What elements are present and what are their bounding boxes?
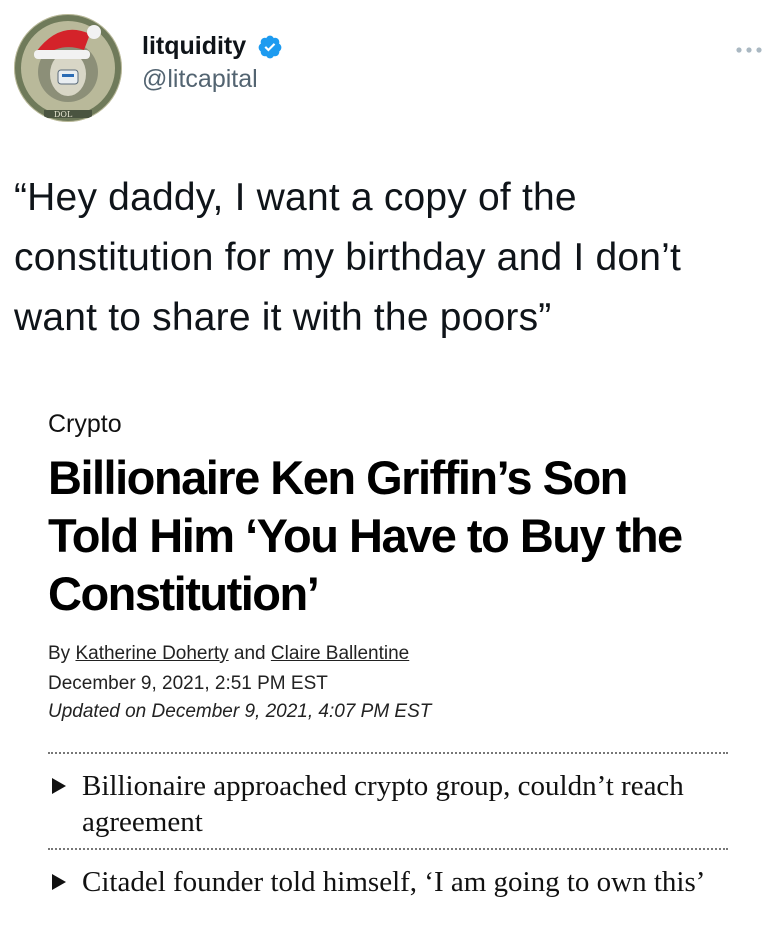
user-names: litquidity @litcapital	[142, 32, 283, 94]
byline-prefix: By	[48, 643, 71, 664]
tweet-header: DOL litquidity @litcapital	[14, 14, 774, 124]
display-name[interactable]: litquidity	[142, 32, 246, 61]
user-handle[interactable]: @litcapital	[142, 65, 283, 94]
more-options-icon[interactable]	[734, 44, 764, 56]
article-category: Crypto	[48, 410, 122, 438]
article-headline: Billionaire Ken Griffin’s Son Told Him ‘…	[48, 451, 683, 620]
byline-and: and	[233, 643, 266, 664]
bullet-item: Billionaire approached crypto group, cou…	[48, 754, 728, 848]
bullet-text: Billionaire approached crypto group, cou…	[82, 770, 684, 838]
bullet-item: Citadel founder told himself, ‘I am goin…	[48, 850, 728, 908]
author-link-1[interactable]: Katherine Doherty	[75, 643, 228, 664]
article-screenshot: Crypto Billionaire Ken Griffin’s Son Tol…	[48, 410, 728, 723]
article-updated-date: Updated on December 9, 2021, 4:07 PM EST	[48, 701, 432, 722]
svg-text:DOL: DOL	[54, 110, 73, 119]
article-byline: By Katherine Doherty and Claire Ballenti…	[48, 643, 728, 665]
dollar-bill-santa-icon: DOL	[14, 14, 122, 122]
avatar[interactable]: DOL	[14, 14, 122, 122]
article-bullets: Billionaire approached crypto group, cou…	[48, 752, 728, 908]
article-date: December 9, 2021, 2:51 PM EST	[48, 673, 328, 694]
author-link-2[interactable]: Claire Ballentine	[271, 643, 409, 664]
play-triangle-icon	[52, 778, 66, 794]
tweet-text: “Hey daddy, I want a copy of the constit…	[14, 176, 682, 339]
bullet-text: Citadel founder told himself, ‘I am goin…	[82, 866, 706, 898]
verified-badge-icon	[258, 35, 281, 58]
play-triangle-icon	[52, 874, 66, 890]
